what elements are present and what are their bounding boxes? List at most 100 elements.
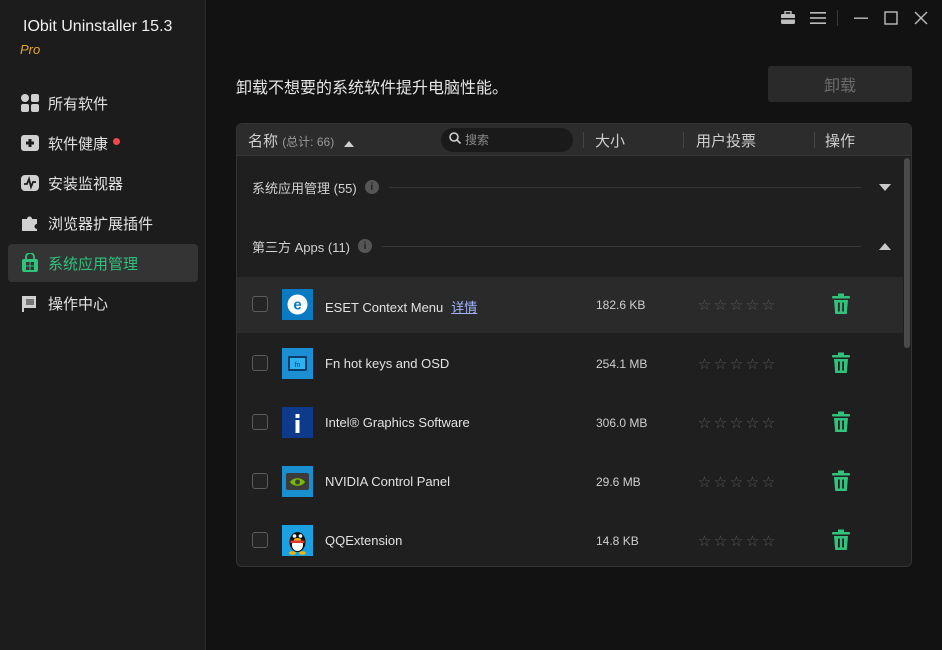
row-checkbox[interactable] xyxy=(252,414,268,430)
notification-dot xyxy=(113,137,121,145)
star-icon[interactable]: ☆ xyxy=(697,355,712,373)
minimize-icon[interactable] xyxy=(848,8,874,28)
row-checkbox[interactable] xyxy=(252,473,268,489)
column-name-label: 名称 xyxy=(248,133,279,150)
app-size: 306.0 MB xyxy=(596,416,648,430)
scrollbar[interactable] xyxy=(903,156,911,566)
info-icon[interactable]: i xyxy=(364,180,379,194)
sidebar-item-install-monitor[interactable]: 安装监视器 xyxy=(8,164,198,202)
close-icon[interactable] xyxy=(908,8,934,28)
table-row[interactable]: Intel® Graphics Software 306.0 MB ☆ ☆ ☆ ☆ ☆ xyxy=(237,395,903,451)
uninstall-button[interactable]: 卸载 xyxy=(768,66,912,102)
star-icon[interactable]: ☆ xyxy=(713,296,728,314)
maximize-icon[interactable] xyxy=(878,8,904,28)
trash-icon[interactable] xyxy=(831,352,851,374)
column-votes-header[interactable]: 用户投票 xyxy=(696,130,756,151)
star-icon[interactable]: ☆ xyxy=(729,532,744,550)
sidebar-item-browser-extensions[interactable]: 浏览器扩展插件 xyxy=(8,204,198,242)
page-subtitle: 卸载不想要的系统软件提升电脑性能。 xyxy=(236,80,509,97)
monitor-icon xyxy=(20,173,40,193)
details-link[interactable]: 详情 xyxy=(451,300,477,315)
puzzle-icon xyxy=(20,213,40,233)
star-icon[interactable]: ☆ xyxy=(729,296,744,314)
star-icon[interactable]: ☆ xyxy=(745,296,760,314)
sidebar-item-system-apps[interactable]: 系统应用管理 xyxy=(8,244,198,282)
sidebar-item-label: 软件健康 xyxy=(48,135,109,153)
star-icon[interactable]: ☆ xyxy=(713,473,728,491)
app-table: 名称 (总计: 66) 大小 用户投票 操作 系统应用管理 (55) i 第三方… xyxy=(236,123,912,567)
star-icon[interactable]: ☆ xyxy=(697,296,712,314)
window-controls-divider xyxy=(837,10,838,26)
star-icon[interactable]: ☆ xyxy=(729,473,744,491)
column-size-header[interactable]: 大小 xyxy=(595,130,625,151)
star-icon[interactable]: ☆ xyxy=(697,473,712,491)
table-header: 名称 (总计: 66) 大小 用户投票 操作 xyxy=(237,124,911,156)
star-icon[interactable]: ☆ xyxy=(697,532,712,550)
row-checkbox[interactable] xyxy=(252,532,268,548)
group-label: 系统应用管理 (55) xyxy=(252,180,357,196)
scrollbar-thumb[interactable] xyxy=(904,158,910,348)
row-checkbox[interactable] xyxy=(252,296,268,312)
app-name: Fn hot keys and OSD xyxy=(325,356,450,371)
table-row[interactable]: NVIDIA Control Panel 29.6 MB ☆ ☆ ☆ ☆ ☆ xyxy=(237,454,903,510)
star-icon[interactable]: ☆ xyxy=(761,355,776,373)
app-title: IObit Uninstaller 15.3 xyxy=(23,18,173,35)
sidebar-item-action-center[interactable]: 操作中心 xyxy=(8,284,198,322)
search-box[interactable] xyxy=(441,128,573,152)
search-input[interactable] xyxy=(465,133,565,147)
app-size: 182.6 KB xyxy=(596,298,646,312)
chevron-up-icon[interactable] xyxy=(875,242,895,250)
column-name-header[interactable]: 名称 (总计: 66) xyxy=(248,130,355,151)
trash-icon[interactable] xyxy=(831,470,851,492)
flag-icon xyxy=(20,293,40,313)
rating-stars[interactable]: ☆ ☆ ☆ ☆ ☆ xyxy=(697,414,777,432)
column-action-header: 操作 xyxy=(825,133,856,150)
star-icon[interactable]: ☆ xyxy=(713,355,728,373)
table-row[interactable]: QQExtension 14.8 KB ☆ ☆ ☆ ☆ ☆ xyxy=(237,513,903,566)
sidebar-item-label: 安装监视器 xyxy=(48,175,124,193)
star-icon[interactable]: ☆ xyxy=(713,414,728,432)
star-icon[interactable]: ☆ xyxy=(697,414,712,432)
star-icon[interactable]: ☆ xyxy=(713,532,728,550)
star-icon[interactable]: ☆ xyxy=(729,355,744,373)
sort-up-icon[interactable] xyxy=(344,134,355,151)
grid-icon xyxy=(20,93,40,113)
toolbox-icon[interactable] xyxy=(775,8,801,28)
trash-icon[interactable] xyxy=(831,529,851,551)
trash-icon[interactable] xyxy=(831,411,851,433)
group-third-party-apps[interactable]: 第三方 Apps (11) i xyxy=(237,226,903,266)
star-icon[interactable]: ☆ xyxy=(761,532,776,550)
star-icon[interactable]: ☆ xyxy=(761,414,776,432)
row-checkbox[interactable] xyxy=(252,355,268,371)
star-icon[interactable]: ☆ xyxy=(761,473,776,491)
group-system-apps[interactable]: 系统应用管理 (55) i xyxy=(237,167,903,207)
star-icon[interactable]: ☆ xyxy=(729,414,744,432)
sidebar-item-software-health[interactable]: 软件健康 xyxy=(8,124,198,162)
table-row[interactable]: fn Fn hot keys and OSD 254.1 MB ☆ ☆ ☆ ☆ ☆ xyxy=(237,336,903,392)
info-icon[interactable]: i xyxy=(358,239,373,253)
window-controls xyxy=(771,8,934,28)
trash-icon[interactable] xyxy=(831,293,851,315)
star-icon[interactable]: ☆ xyxy=(745,473,760,491)
svg-text:fn: fn xyxy=(295,362,301,369)
rating-stars[interactable]: ☆ ☆ ☆ ☆ ☆ xyxy=(697,296,777,314)
sidebar-item-label: 操作中心 xyxy=(48,295,109,313)
menu-icon[interactable] xyxy=(805,8,831,28)
star-icon[interactable]: ☆ xyxy=(745,355,760,373)
rating-stars[interactable]: ☆ ☆ ☆ ☆ ☆ xyxy=(697,473,777,491)
rating-stars[interactable]: ☆ ☆ ☆ ☆ ☆ xyxy=(697,532,777,550)
sidebar-item-all-software[interactable]: 所有软件 xyxy=(8,84,198,122)
star-icon[interactable]: ☆ xyxy=(745,532,760,550)
column-divider xyxy=(683,132,684,148)
sidebar-nav: 所有软件 软件健康 安装监视器 浏览器扩展插件 系统应用管理 操作中心 xyxy=(8,84,198,324)
chevron-down-icon[interactable] xyxy=(875,183,895,191)
rating-stars[interactable]: ☆ ☆ ☆ ☆ ☆ xyxy=(697,355,777,373)
windows-store-icon xyxy=(20,253,40,273)
svg-text:e: e xyxy=(293,297,301,314)
app-name-text: ESET Context Menu xyxy=(325,300,444,315)
star-icon[interactable]: ☆ xyxy=(761,296,776,314)
table-row[interactable]: e ESET Context Menu 详情 182.6 KB ☆ ☆ ☆ ☆ ☆ xyxy=(237,277,903,333)
total-count: (总计: 66) xyxy=(282,135,335,149)
app-edition: Pro xyxy=(20,42,41,57)
star-icon[interactable]: ☆ xyxy=(745,414,760,432)
